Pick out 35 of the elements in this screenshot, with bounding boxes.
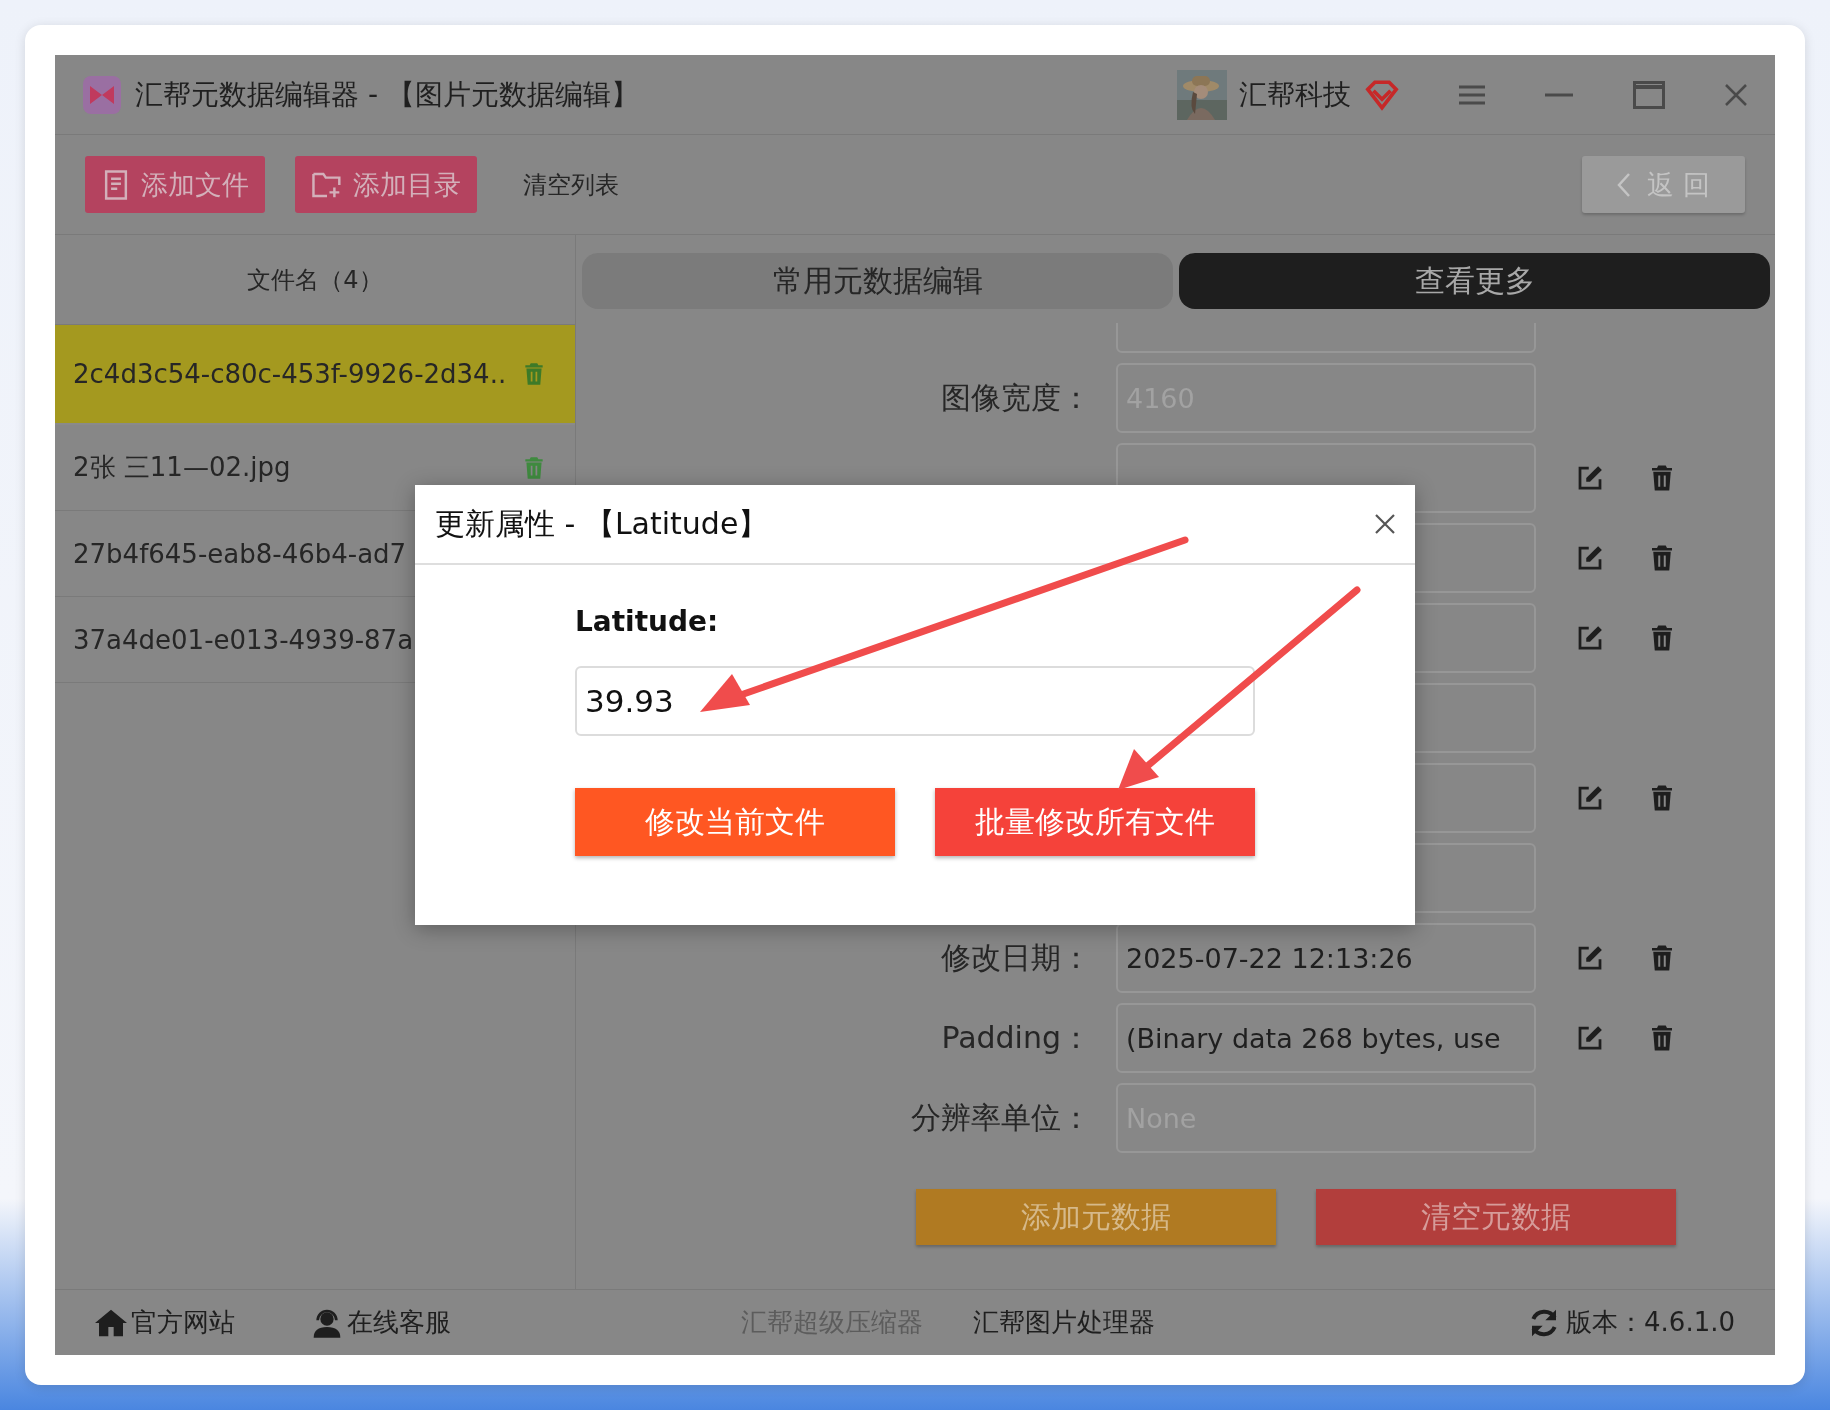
field-label: 图像宽度： bbox=[941, 379, 1091, 415]
field-label: 分辨率单位： bbox=[911, 1099, 1091, 1135]
headset-icon bbox=[311, 1307, 343, 1338]
file-name: 27b4f645-eab8-46b4-ad7 bbox=[73, 538, 408, 569]
footer-link[interactable]: 官方网站 bbox=[95, 1305, 235, 1340]
add-file-button[interactable]: 添加文件 bbox=[85, 156, 265, 213]
home-icon bbox=[95, 1307, 127, 1338]
file-name: 2张 三11—02.jpg bbox=[73, 451, 292, 484]
file-name: 2c4d3c54-c80c-453f-9926-2d34.. bbox=[73, 359, 508, 389]
file-name: 37a4de01-e013-4939-87a bbox=[73, 624, 415, 655]
menu-icon[interactable] bbox=[1459, 83, 1485, 106]
app-logo-icon bbox=[83, 75, 121, 114]
version-text: 版本：4.6.1.0 bbox=[1566, 1306, 1735, 1339]
text-field[interactable]: 2025-07-22 12:13:26 bbox=[1116, 923, 1536, 993]
tab[interactable]: 常用元数据编辑 bbox=[582, 253, 1173, 309]
batch-modify-button[interactable]: 批量修改所有文件 bbox=[935, 788, 1255, 856]
add-folder-button[interactable]: 添加目录 bbox=[295, 156, 477, 213]
tab[interactable]: 查看更多 bbox=[1179, 253, 1770, 309]
field-label: 修改日期： bbox=[941, 939, 1091, 975]
field-label: Latitude: bbox=[575, 605, 720, 638]
input-field[interactable]: 39.93 bbox=[575, 666, 1255, 736]
close-icon[interactable] bbox=[1375, 514, 1395, 534]
clear-metadata-button[interactable]: 清空元数据 bbox=[1316, 1189, 1676, 1245]
file-item[interactable]: 2c4d3c54-c80c-453f-9926-2d34.. bbox=[55, 325, 575, 425]
modify-current-button[interactable]: 修改当前文件 bbox=[575, 788, 895, 856]
maximize-icon[interactable] bbox=[1633, 80, 1665, 109]
text-field[interactable]: (Binary data 268 bytes, use bbox=[1116, 1003, 1536, 1073]
clear-list-button[interactable]: 清空列表 bbox=[517, 167, 625, 202]
footer-link[interactable]: 汇帮图片处理器 bbox=[973, 1305, 1155, 1340]
chevron-left-icon bbox=[1617, 171, 1632, 198]
user-name: 汇帮科技 bbox=[1239, 76, 1351, 113]
window-title: 汇帮元数据编辑器 - 【图片元数据编辑】 bbox=[135, 76, 639, 113]
footer-link[interactable]: 在线客服 bbox=[311, 1305, 451, 1340]
field-label: Padding： bbox=[941, 1019, 1091, 1055]
minimize-icon[interactable] bbox=[1545, 92, 1573, 97]
